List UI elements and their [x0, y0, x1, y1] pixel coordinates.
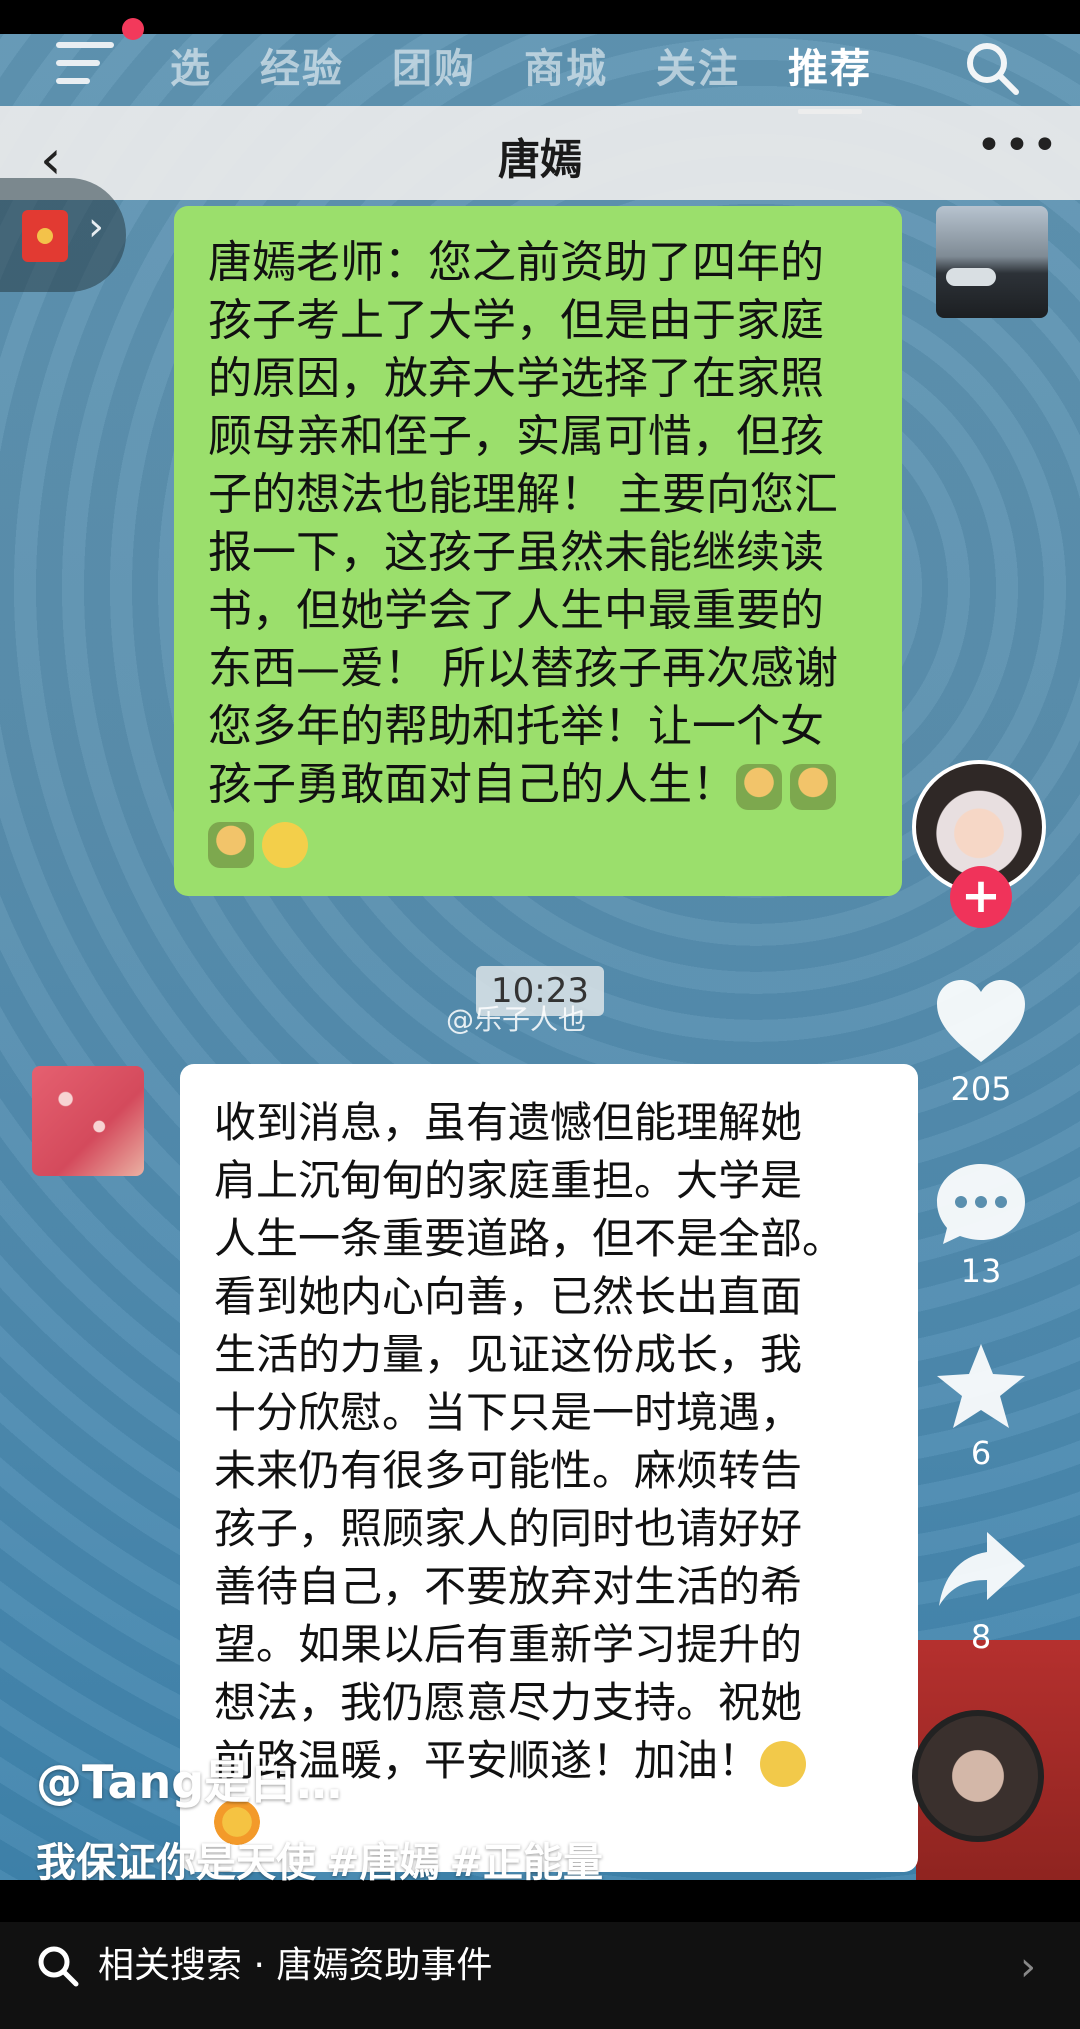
favorite-button[interactable]: 6 [924, 1342, 1038, 1472]
menu-icon[interactable] [56, 42, 114, 86]
heart-icon [937, 980, 1025, 1062]
message-line: 顾母亲和侄子，实属可惜，但孩 [208, 411, 824, 462]
message-line: 善待自己，不要放弃对生活的希 [214, 1562, 803, 1611]
thinking-emoji-icon [760, 1740, 807, 1787]
pray-emoji-icon [208, 822, 254, 868]
tab-group-buy[interactable]: 团购 [392, 36, 476, 94]
share-icon [939, 1532, 1025, 1606]
message-line: 十分欣慰。当下只是一时境遇， [214, 1388, 803, 1437]
share-count: 8 [970, 1618, 992, 1656]
music-disc[interactable] [912, 1710, 1044, 1842]
related-search[interactable]: 相关搜索 · 唐嫣资助事件 [36, 1940, 492, 1992]
emoji-line [208, 814, 878, 872]
tab-featured[interactable]: 选 [170, 36, 212, 94]
related-search-text: 相关搜索 · 唐嫣资助事件 [98, 1945, 493, 1986]
like-count: 205 [950, 1070, 1012, 1108]
chat-title: 唐嫣 [497, 135, 582, 184]
message-line: 书，但她学会了人生中最重要的 [208, 585, 824, 636]
message-line: 报一下，这孩子虽然未能继续读 [208, 527, 824, 578]
chevron-right-icon: › [88, 204, 104, 250]
message-line: 孩子，照顾家人的同时也请好好 [214, 1504, 803, 1553]
message-line: 想法，我仍愿意尽力支持。祝她 [214, 1678, 803, 1727]
share-button[interactable]: 8 [924, 1526, 1038, 1656]
message-line: 子的想法也能理解！ 主要向您汇 [208, 469, 838, 520]
post-caption: 我保证你是天使 #唐嫣 #正能量 [36, 1830, 603, 1888]
message-line: 唐嫣老师：您之前资助了四年的 [208, 237, 824, 288]
message-line: 看到她内心向善，已然长出直面 [214, 1272, 803, 1321]
message-line: 人生一条重要道路，但不是全部。 [214, 1214, 845, 1263]
tab-recommended[interactable]: 推荐 [788, 36, 872, 114]
notification-dot [122, 18, 144, 40]
author-name[interactable]: @Tang是白… [36, 1746, 342, 1812]
search-icon [38, 1946, 79, 1987]
chat-header: ‹ 唐嫣 ••• [0, 106, 1080, 200]
sent-message-bubble: 唐嫣老师：您之前资助了四年的 孩子考上了大学，但是由于家庭 的原因，放弃大学选择… [174, 206, 902, 896]
comment-count: 13 [960, 1252, 1002, 1290]
tab-mall[interactable]: 商城 [524, 36, 608, 94]
more-dots-icon: ••• [976, 120, 1060, 171]
message-line: 的原因，放弃大学选择了在家照 [208, 353, 824, 404]
message-line: 肩上沉甸甸的家庭重担。大学是 [214, 1156, 803, 1205]
top-tabs: 选 经验 团购 商城 关注 推荐 [170, 36, 920, 114]
hashtag-link[interactable]: #唐嫣 [326, 1840, 440, 1886]
red-envelope-icon [22, 210, 68, 262]
message-line: 东西—爱！ 所以替孩子再次感谢 [208, 643, 838, 694]
pray-emoji-icon [736, 764, 782, 810]
comment-icon [937, 1164, 1025, 1244]
message-line-with-emoji: 孩子勇敢面对自己的人生！ [208, 756, 878, 814]
related-search-bar[interactable]: 相关搜索 · 唐嫣资助事件 › [0, 1922, 1080, 2029]
receiver-avatar [32, 1066, 144, 1176]
message-line: 孩子考上了大学，但是由于家庭 [208, 295, 824, 346]
pray-emoji-icon [790, 764, 836, 810]
tab-following[interactable]: 关注 [656, 36, 740, 94]
smile-emoji-icon [262, 822, 308, 868]
watermark: @乐子人也 [446, 1003, 587, 1036]
hashtag-link[interactable]: #正能量 [450, 1840, 604, 1886]
message-line: 收到消息，虽有遗憾但能理解她 [214, 1098, 803, 1147]
message-line: 未来仍有很多可能性。麻烦转告 [214, 1446, 803, 1495]
follow-button[interactable]: + [950, 866, 1012, 928]
tab-experience[interactable]: 经验 [260, 36, 344, 94]
star-icon [937, 1344, 1025, 1428]
comment-button[interactable]: 13 [924, 1160, 1038, 1290]
favorite-count: 6 [970, 1434, 992, 1472]
message-line: 您多年的帮助和托举！让一个女 [208, 701, 824, 752]
message-line: 孩子勇敢面对自己的人生！ [208, 759, 736, 810]
sender-avatar [936, 206, 1048, 318]
chevron-right-icon: › [1020, 1944, 1036, 1990]
message-line: 生活的力量，见证这份成长，我 [214, 1330, 803, 1379]
like-button[interactable]: 205 [924, 978, 1038, 1108]
search-icon[interactable] [962, 38, 1022, 98]
caption-text: 我保证你是天使 [36, 1840, 316, 1886]
message-line: 望。如果以后有重新学习提升的 [214, 1620, 803, 1669]
red-packet-widget[interactable]: › [0, 178, 126, 292]
